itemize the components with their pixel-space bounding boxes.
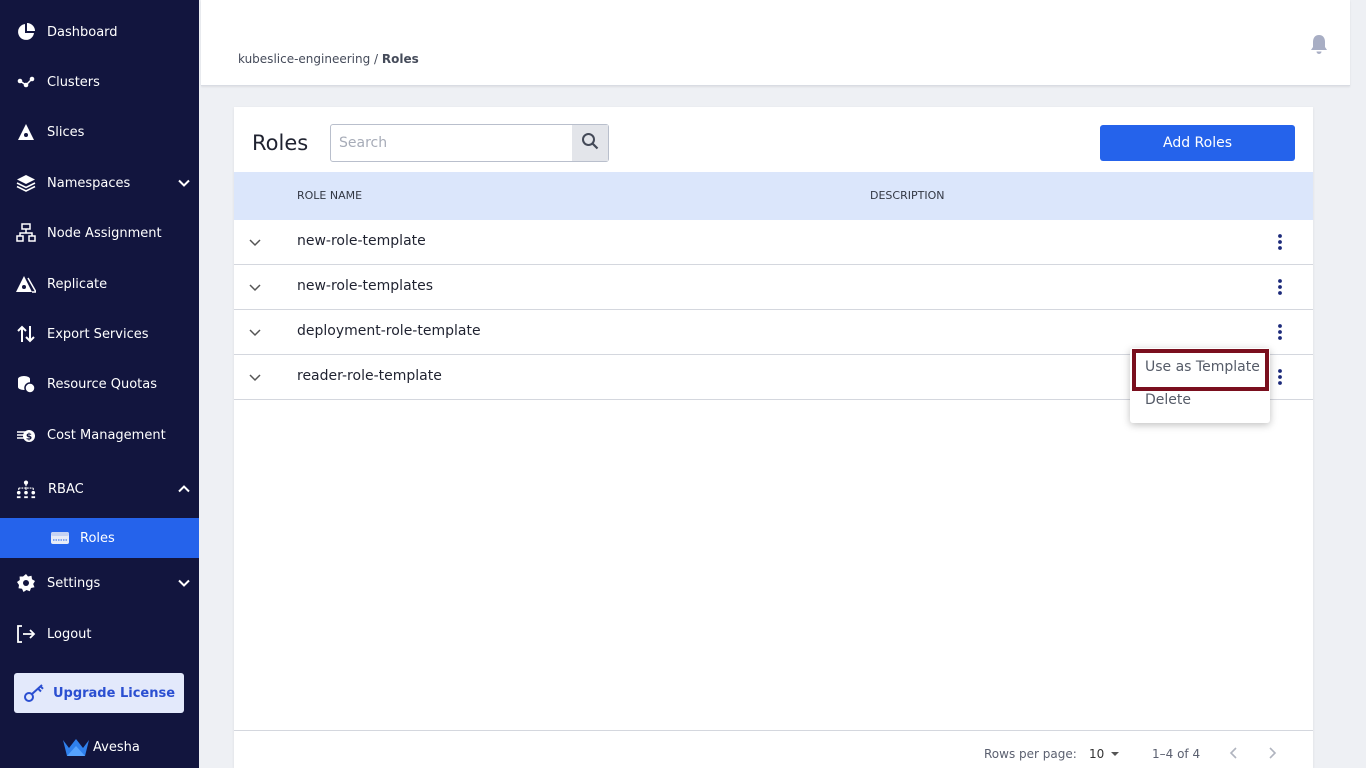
coins-icon [16, 374, 36, 394]
sidebar-item-label: Dashboard [47, 24, 118, 40]
sidebar-item-clusters[interactable]: Clusters [0, 62, 199, 102]
logout-icon [16, 624, 36, 644]
table-row[interactable]: new-role-template [234, 220, 1313, 265]
role-name: deployment-role-template [297, 323, 481, 339]
role-name: reader-role-template [297, 368, 442, 384]
brand-logo: Avesha [62, 737, 140, 757]
more-options-icon[interactable] [1270, 277, 1290, 297]
pagination: Rows per page: 10 1–4 of 4 [234, 731, 1313, 768]
sidebar-item-label: Replicate [47, 276, 108, 292]
sidebar-item-label: Export Services [47, 326, 149, 342]
sidebar-item-rbac[interactable]: RBAC [0, 469, 199, 509]
page-title: Roles [252, 131, 309, 155]
more-options-icon[interactable] [1270, 232, 1290, 252]
breadcrumb-parent[interactable]: kubeslice-engineering [238, 52, 370, 66]
key-icon [23, 683, 47, 703]
sidebar-item-slices[interactable]: Slices [0, 112, 199, 152]
pie-chart-icon [16, 22, 36, 42]
replicate-icon [16, 274, 36, 294]
sidebar-item-dashboard[interactable]: Dashboard [0, 12, 199, 52]
sidebar-item-resource-quotas[interactable]: Resource Quotas [0, 364, 199, 404]
search-icon [581, 132, 599, 154]
roles-icon [50, 528, 70, 548]
pagination-range: 1–4 of 4 [1152, 747, 1201, 761]
sidebar-item-label: Namespaces [47, 175, 131, 191]
sidebar-item-label: Settings [47, 575, 101, 591]
gear-icon [16, 573, 36, 593]
rows-per-page-label: Rows per page: [984, 747, 1077, 761]
add-roles-button[interactable]: Add Roles [1100, 125, 1295, 161]
crown-logo-icon [62, 737, 90, 757]
notification-bell-icon[interactable] [1308, 33, 1330, 55]
row-context-menu: Use as Template Delete [1130, 348, 1270, 423]
sidebar: Dashboard Clusters Slices Namespaces Nod… [0, 0, 199, 768]
upgrade-license-button[interactable]: Upgrade License [14, 673, 184, 713]
sidebar-item-label: Slices [47, 124, 85, 140]
sidebar-item-label: Roles [80, 530, 115, 546]
rows-per-page-value: 10 [1089, 747, 1105, 761]
sidebar-item-namespaces[interactable]: Namespaces [0, 163, 199, 203]
sitemap-icon [16, 223, 36, 243]
breadcrumb-separator: / [370, 52, 382, 66]
rows-per-page-select[interactable]: 10 [1089, 747, 1120, 761]
slice-icon [16, 122, 36, 142]
chevron-down-icon[interactable] [177, 176, 191, 190]
arrows-updown-icon [16, 324, 36, 344]
table-header: ROLE NAME DESCRIPTION [234, 172, 1313, 220]
sidebar-item-logout[interactable]: Logout [0, 614, 199, 654]
sidebar-item-node-assignment[interactable]: Node Assignment [0, 213, 199, 253]
highlight-box [1132, 349, 1269, 391]
search-input[interactable] [331, 125, 573, 161]
search-box [330, 124, 609, 162]
breadcrumb-current: Roles [381, 52, 419, 66]
upgrade-license-label: Upgrade License [52, 685, 176, 701]
chevron-up-icon[interactable] [177, 482, 191, 496]
role-name: new-role-templates [297, 278, 434, 294]
next-page-icon[interactable] [1264, 745, 1280, 761]
column-header-role-name: ROLE NAME [297, 189, 363, 202]
sidebar-item-export-services[interactable]: Export Services [0, 314, 199, 354]
svg-text:$: $ [26, 433, 32, 443]
expand-chevron-icon[interactable] [246, 323, 264, 341]
layers-icon [16, 173, 36, 193]
expand-chevron-icon[interactable] [246, 233, 264, 251]
top-header: kubeslice-engineering / Roles [201, 0, 1350, 86]
expand-chevron-icon[interactable] [246, 278, 264, 296]
table-row[interactable]: new-role-templates [234, 265, 1313, 310]
sidebar-item-roles[interactable]: Roles [0, 518, 199, 558]
sidebar-item-label: Logout [47, 626, 92, 642]
delete-option[interactable]: Delete [1145, 392, 1191, 408]
sidebar-item-label: RBAC [48, 481, 84, 497]
more-options-icon[interactable] [1270, 322, 1290, 342]
chevron-down-icon[interactable] [177, 576, 191, 590]
sidebar-item-label: Clusters [47, 74, 100, 90]
sidebar-item-settings[interactable]: Settings [0, 563, 199, 603]
sidebar-item-label: Node Assignment [47, 225, 162, 241]
search-button[interactable] [572, 125, 608, 161]
caret-down-icon [1110, 750, 1120, 758]
sidebar-item-cost-management[interactable]: $ Cost Management [0, 415, 199, 455]
more-options-icon[interactable] [1270, 367, 1290, 387]
sidebar-item-label: Resource Quotas [47, 376, 158, 392]
expand-chevron-icon[interactable] [246, 368, 264, 386]
cost-icon: $ [16, 425, 36, 445]
roles-card: Roles Add Roles ROLE NAME DESCRIPTION ne… [234, 107, 1313, 768]
previous-page-icon[interactable] [1226, 745, 1242, 761]
sidebar-item-replicate[interactable]: Replicate [0, 264, 199, 304]
sidebar-item-label: Cost Management [47, 427, 166, 443]
brand-name: Avesha [93, 739, 140, 755]
role-name: new-role-template [297, 233, 426, 249]
column-header-description: DESCRIPTION [870, 189, 945, 202]
network-icon [16, 72, 36, 92]
breadcrumb: kubeslice-engineering / Roles [238, 52, 419, 66]
rbac-icon [16, 479, 36, 499]
